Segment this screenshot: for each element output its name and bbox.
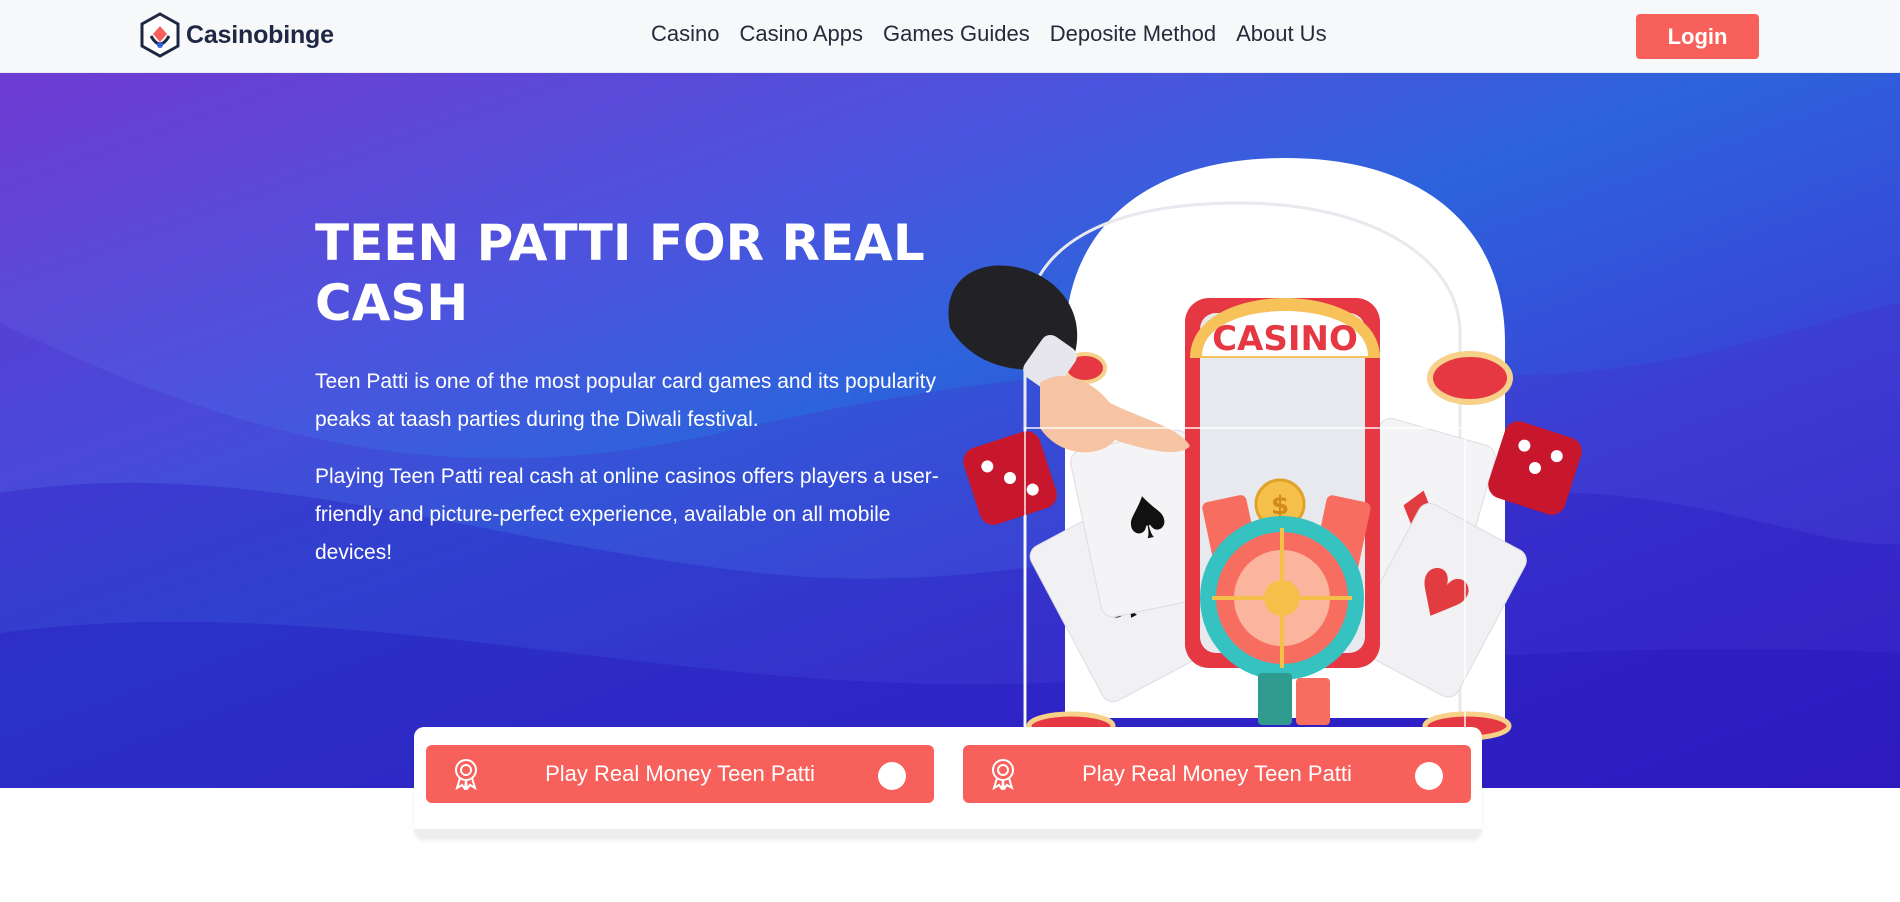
casino-phone-illustration: ♣ ♠ ♦ ♥ CASINO $: [948, 158, 1582, 741]
casino-sign-text: CASINO: [1212, 319, 1358, 359]
play-real-money-button-1[interactable]: Play Real Money Teen Patti: [426, 745, 934, 803]
hero-section: TEEN PATTI FOR REAL CASH Teen Patti is o…: [0, 73, 1900, 788]
cta-label: Play Real Money Teen Patti: [545, 761, 815, 786]
cta-dot-indicator: [878, 762, 906, 790]
nav-item-casino[interactable]: Casino: [651, 21, 719, 47]
site-header: Casinobinge Casino Casino Apps Games Gui…: [0, 0, 1900, 73]
nav-item-casino-apps[interactable]: Casino Apps: [739, 21, 863, 47]
hero-paragraph-1: Teen Patti is one of the most popular ca…: [315, 370, 937, 431]
logo-text: Casinobinge: [186, 20, 334, 49]
play-real-money-button-2[interactable]: Play Real Money Teen Patti: [963, 745, 1471, 803]
main-nav: Casino Casino Apps Games Guides Deposite…: [651, 21, 1327, 47]
nav-item-about-us[interactable]: About Us: [1236, 21, 1327, 47]
nav-item-games-guides[interactable]: Games Guides: [883, 21, 1030, 47]
cta-card: Play Real Money Teen Patti Play Real Mon…: [414, 727, 1482, 839]
cta-label: Play Real Money Teen Patti: [1082, 761, 1352, 786]
nav-item-deposite-method[interactable]: Deposite Method: [1050, 21, 1216, 47]
logo[interactable]: Casinobinge: [138, 12, 334, 58]
cta-dot-indicator: [1415, 762, 1443, 790]
logo-icon: [140, 12, 180, 58]
hero-title: TEEN PATTI FOR REAL CASH: [315, 214, 925, 332]
hero-paragraph-2: Playing Teen Patti real cash at online c…: [315, 465, 939, 564]
login-button[interactable]: Login: [1636, 14, 1759, 59]
